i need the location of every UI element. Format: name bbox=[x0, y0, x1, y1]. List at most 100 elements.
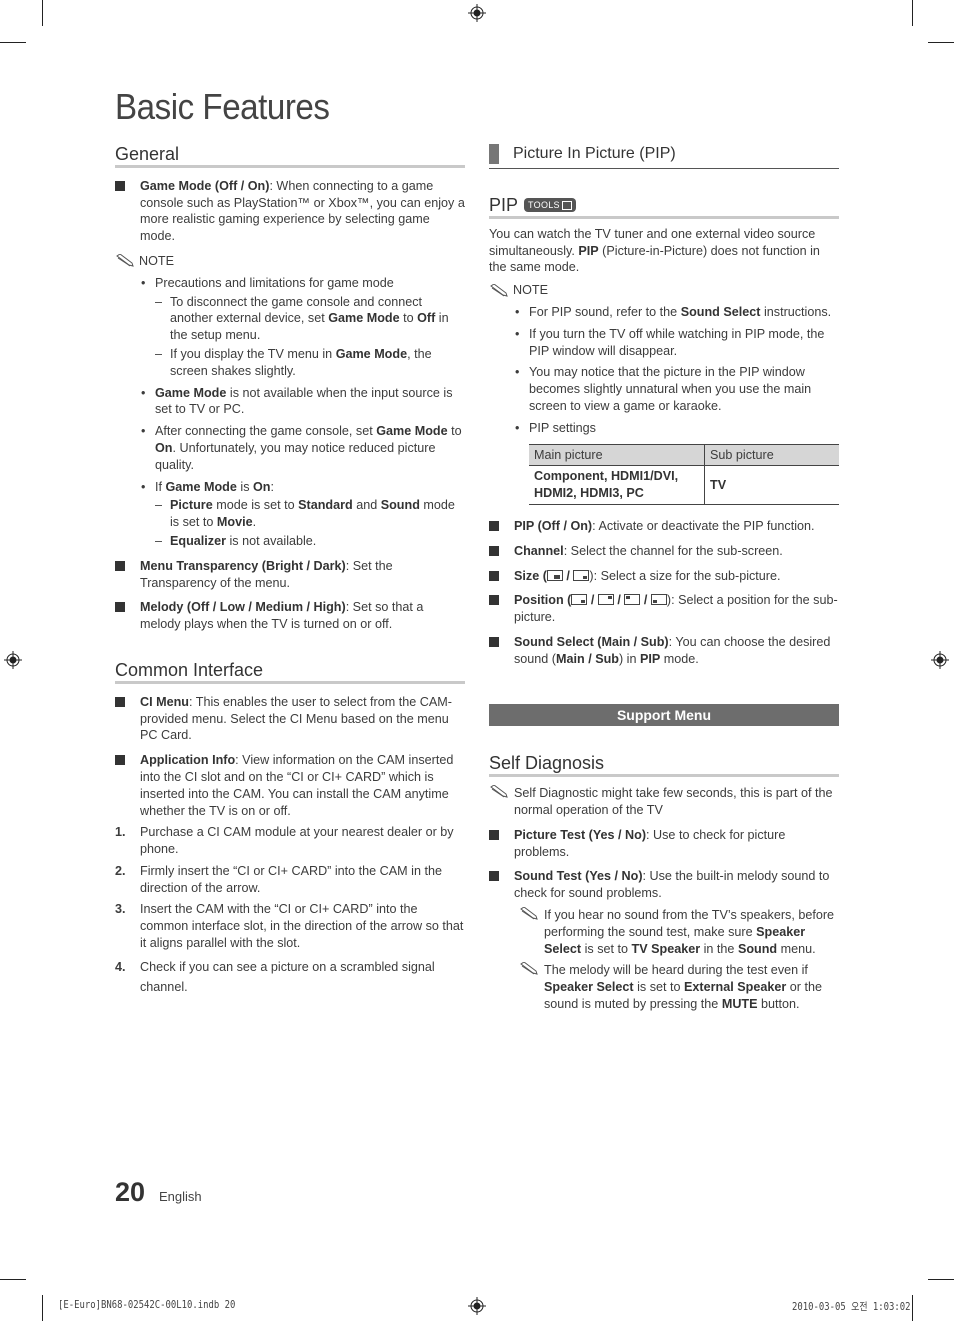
note-bold: Off bbox=[417, 311, 436, 326]
square-bullet-icon bbox=[489, 636, 499, 647]
note-heading: NOTE bbox=[115, 253, 465, 270]
intro-bold: PIP bbox=[578, 243, 599, 258]
square-bullet-icon bbox=[489, 545, 499, 556]
list-item-sound-test: Sound Test (Yes / No): Use the built-in … bbox=[489, 868, 839, 902]
section-heading-self-diagnosis: Self Diagnosis bbox=[489, 752, 839, 778]
table-cell: TV bbox=[704, 465, 839, 505]
note-bold: External Speaker bbox=[684, 980, 787, 995]
item-text: mode. bbox=[660, 651, 699, 666]
item-label: Application Info bbox=[140, 753, 236, 768]
note-bold: Game Mode bbox=[165, 479, 237, 494]
position-top-right-icon bbox=[597, 594, 614, 606]
item-bold: Main / Sub bbox=[556, 651, 619, 666]
step-number: 2. bbox=[115, 863, 126, 878]
list-item-menu-transparency: Menu Transparency (Bright / Dark): Set t… bbox=[115, 558, 465, 592]
section-heading-pip: PIP TOOLS bbox=[489, 195, 839, 219]
pencil-note-icon bbox=[520, 906, 538, 920]
note-text: You may notice that the picture in the P… bbox=[529, 365, 812, 413]
note-bold: Game Mode bbox=[328, 311, 400, 326]
note-bold: On bbox=[155, 440, 173, 455]
square-bullet-icon bbox=[115, 755, 125, 766]
note-text: mode is set to bbox=[212, 498, 299, 513]
note-bullet: • Game Mode is not available when the inp… bbox=[141, 385, 453, 417]
table-header: Sub picture bbox=[704, 443, 839, 467]
note-bold: Game Mode bbox=[376, 424, 448, 439]
step-number: 1. bbox=[115, 825, 126, 840]
crop-mark bbox=[912, 0, 913, 26]
step-number: 3. bbox=[115, 902, 126, 917]
note-bullet: • After connecting the game console, set … bbox=[141, 424, 462, 472]
section-heading-common-interface: Common Interface bbox=[115, 659, 465, 684]
item-label: Channel bbox=[514, 543, 564, 558]
list-item-picture-test: Picture Test (Yes / No): Use to check fo… bbox=[489, 827, 839, 861]
step-text: Firmly insert the “CI or CI+ CARD” into … bbox=[140, 863, 442, 895]
table-row: Component, HDMI1/DVI, HDMI2, HDMI3, PC T… bbox=[529, 465, 839, 505]
pencil-note-icon bbox=[490, 283, 508, 297]
list-item-application-info: Application Info: View information on th… bbox=[115, 752, 465, 819]
square-bullet-icon bbox=[489, 570, 499, 581]
note-text: Precautions and limitations for game mod… bbox=[155, 275, 394, 290]
subsection-title: Picture In Picture (PIP) bbox=[513, 144, 676, 162]
step-text: Purchase a CI CAM module at your nearest… bbox=[140, 825, 454, 857]
self-diagnosis-note: Self Diagnostic might take few seconds, … bbox=[489, 785, 839, 819]
note-bold: Sound bbox=[380, 498, 420, 513]
item-label: Sound Test (Yes / No) bbox=[514, 869, 643, 884]
table-header: Main picture bbox=[529, 443, 705, 467]
note-text: is set to bbox=[633, 980, 685, 995]
note-text: For PIP sound, refer to the bbox=[529, 304, 681, 319]
note-bullet: • For PIP sound, refer to the Sound Selec… bbox=[515, 304, 832, 319]
square-bullet-icon bbox=[115, 180, 125, 191]
note-text: : bbox=[270, 479, 274, 494]
sound-test-note: If you hear no sound from the TV’s speak… bbox=[519, 906, 839, 957]
numbered-step: 4. Check if you can see a picture on a sc… bbox=[115, 957, 465, 997]
note-text: PIP settings bbox=[529, 420, 596, 435]
square-bullet-icon bbox=[489, 871, 499, 882]
registration-mark-icon bbox=[931, 651, 949, 669]
list-item-pip: PIP (Off / On): Activate or deactivate t… bbox=[489, 518, 839, 535]
separator: / bbox=[562, 568, 574, 583]
note-text: . bbox=[252, 515, 257, 530]
square-bullet-icon bbox=[489, 829, 499, 840]
list-item-melody: Melody (Off / Low / Medium / High): Set … bbox=[115, 599, 465, 633]
step-text: Insert the CAM with the “CI or CI+ CARD”… bbox=[140, 902, 464, 951]
numbered-step: 3. Insert the CAM with the “CI or CI+ CAR… bbox=[115, 901, 465, 951]
item-label: Game Mode (Off / On) bbox=[140, 178, 270, 193]
section-heading-general: General bbox=[115, 143, 465, 168]
crop-mark bbox=[42, 1295, 43, 1321]
list-item-sound-select: Sound Select (Main / Sub): You can choos… bbox=[489, 634, 839, 668]
note-dash: – If you display the TV menu in Game Mode… bbox=[155, 346, 432, 378]
crop-mark bbox=[928, 42, 954, 43]
note-text: to bbox=[447, 424, 462, 439]
pip-heading-text: PIP bbox=[489, 195, 519, 215]
note-text: and bbox=[352, 498, 381, 513]
separator: / bbox=[587, 593, 598, 608]
subsection-heading-pip: Picture In Picture (PIP) bbox=[489, 143, 839, 169]
crop-mark bbox=[0, 1279, 26, 1280]
item-text: ) in bbox=[618, 651, 640, 666]
item-text: : Activate or deactivate the PIP functio… bbox=[592, 518, 815, 533]
note-bullet: • If you turn the TV off while watching i… bbox=[515, 326, 825, 358]
crop-mark bbox=[42, 0, 43, 26]
support-menu-banner: Support Menu bbox=[489, 703, 839, 727]
note-bold: Equalizer bbox=[170, 533, 226, 548]
item-label: Melody (Off / Low / Medium / High) bbox=[140, 600, 346, 615]
item-label: PIP (Off / On) bbox=[514, 518, 593, 533]
square-bullet-icon bbox=[489, 595, 499, 606]
pip-intro: You can watch the TV tuner and one exter… bbox=[489, 226, 839, 276]
note-bold: On bbox=[252, 479, 271, 494]
note-text: is set to bbox=[581, 941, 632, 956]
note-text: . Unfortunately, you may notice reduced … bbox=[155, 440, 436, 472]
registration-mark-icon bbox=[468, 4, 486, 22]
tools-badge-label: TOOLS bbox=[528, 200, 560, 210]
square-bullet-icon bbox=[489, 520, 499, 531]
note-bold: Sound Select bbox=[680, 304, 761, 319]
item-label: Position ( bbox=[514, 593, 572, 608]
separator: / bbox=[640, 593, 651, 608]
step-number: 4. bbox=[115, 959, 126, 974]
note-text: in the bbox=[700, 941, 738, 956]
tools-badge: TOOLS bbox=[524, 198, 576, 213]
note-text: If you display the TV menu in bbox=[170, 346, 336, 361]
square-bullet-icon bbox=[115, 560, 125, 571]
item-label: Sound Select (Main / Sub) bbox=[514, 634, 669, 649]
position-top-left-icon bbox=[624, 594, 641, 606]
